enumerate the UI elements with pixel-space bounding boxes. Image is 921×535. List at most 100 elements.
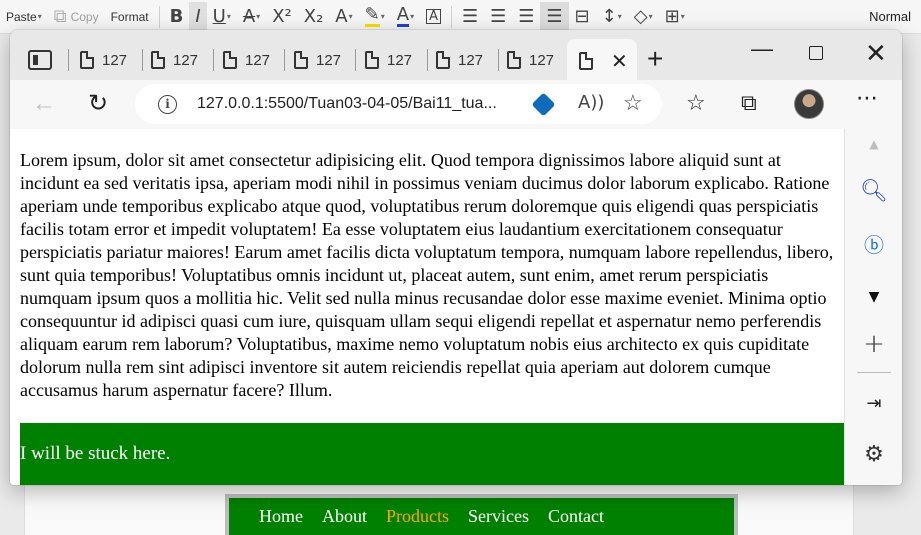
align-right-button[interactable]: ☰ bbox=[512, 2, 540, 32]
tab-3[interactable]: 127 bbox=[223, 48, 270, 72]
nav-home[interactable]: Home bbox=[259, 506, 303, 527]
page-icon bbox=[579, 52, 593, 70]
add-favorite-icon[interactable]: ☆ bbox=[623, 90, 643, 116]
format-painter-button[interactable]: Format bbox=[105, 2, 155, 32]
distributed-button[interactable]: ⊟ bbox=[569, 2, 596, 32]
add-sidebar-app-icon[interactable]: + bbox=[845, 329, 902, 359]
copy-button[interactable]: ⧉ Copy bbox=[48, 2, 105, 32]
new-tab-button[interactable]: + bbox=[647, 43, 663, 75]
close-tab-icon[interactable]: ✕ bbox=[611, 49, 628, 74]
hide-sidebar-icon[interactable]: ⇥ bbox=[845, 393, 902, 414]
page-icon bbox=[80, 51, 94, 69]
tab-7[interactable]: 127 bbox=[507, 48, 554, 72]
paste-button[interactable]: Paste ▾ bbox=[0, 2, 48, 32]
scroll-up-icon[interactable]: ▲ bbox=[845, 137, 902, 151]
tab-4[interactable]: 127 bbox=[294, 48, 341, 72]
chevron-down-icon: ▾ bbox=[348, 12, 353, 21]
nav-about[interactable]: About bbox=[322, 506, 367, 527]
nav-services[interactable]: Services bbox=[468, 506, 529, 527]
chevron-down-icon: ▾ bbox=[617, 12, 622, 21]
ribbon-divider bbox=[158, 5, 160, 28]
sidebar-divider bbox=[857, 372, 891, 373]
tab-6[interactable]: 127 bbox=[436, 48, 483, 72]
font-color-icon: A bbox=[396, 4, 410, 27]
justify-icon: ☰ bbox=[546, 5, 563, 27]
tab-2[interactable]: 127 bbox=[151, 48, 198, 72]
justify-button[interactable]: ☰ bbox=[540, 1, 569, 32]
read-aloud-icon[interactable]: A)) bbox=[578, 92, 604, 113]
chevron-down-icon: ▾ bbox=[380, 12, 385, 21]
italic-button[interactable]: I bbox=[189, 1, 207, 32]
close-window-button[interactable]: ✕ bbox=[865, 38, 887, 69]
shopping-tag-icon[interactable] bbox=[531, 92, 556, 117]
tab-strip: 127 127 127 127 127 127 127 ✕ + — ✕ bbox=[10, 30, 902, 80]
shading-icon: ◇ bbox=[633, 5, 648, 27]
edge-sidebar: ▲ 🔍︎ ⓑ ▼ + ⇥ ⚙ bbox=[844, 129, 902, 485]
address-url[interactable]: 127.0.0.1:5500/Tuan03-04-05/Bai11_tua... bbox=[197, 95, 522, 113]
background-nav-frame: Home About Products Services Contact bbox=[225, 494, 738, 535]
format-label: Format bbox=[110, 9, 149, 24]
line-spacing-button[interactable]: ↕ ▾ bbox=[596, 2, 628, 32]
site-info-icon[interactable]: i bbox=[158, 95, 177, 114]
character-border-icon: A bbox=[426, 9, 441, 24]
screen: Paste ▾ ⧉ Copy Format B I U ▾ A ▾ X² X₂ A ▾ ✎… bbox=[0, 0, 921, 535]
borders-icon: ⊞ bbox=[664, 5, 680, 27]
align-center-button[interactable]: ☰ bbox=[484, 2, 512, 32]
gear-icon[interactable]: ⚙ bbox=[845, 442, 902, 467]
highlight-icon: ✎ bbox=[364, 4, 380, 27]
tab-1[interactable]: 127 bbox=[80, 48, 127, 72]
favorites-icon[interactable]: ☆ bbox=[686, 91, 706, 116]
shading-button[interactable]: ◇ ▾ bbox=[628, 2, 659, 32]
search-icon[interactable]: 🔍︎ bbox=[845, 179, 902, 204]
reload-button[interactable]: ↻ bbox=[88, 89, 108, 118]
collections-icon[interactable]: ⧉ bbox=[741, 91, 757, 116]
copy-icon: ⧉ bbox=[53, 5, 67, 27]
page-icon bbox=[365, 51, 379, 69]
tab-actions-icon[interactable] bbox=[28, 50, 52, 70]
chevron-down-icon: ▾ bbox=[410, 12, 415, 21]
page-icon bbox=[151, 51, 165, 69]
character-border-button[interactable]: A bbox=[420, 2, 447, 32]
subscript-button[interactable]: X₂ bbox=[298, 2, 330, 32]
page-icon bbox=[436, 51, 450, 69]
font-color-button[interactable]: A ▾ bbox=[391, 2, 420, 32]
tab-label: 127 bbox=[529, 51, 555, 69]
text-effect-button[interactable]: A ▾ bbox=[329, 2, 358, 32]
lorem-paragraph: Lorem ipsum, dolor sit amet consectetur … bbox=[20, 150, 834, 400]
chevron-down-icon[interactable]: ▼ bbox=[845, 289, 902, 305]
underline-icon: U bbox=[212, 5, 226, 27]
word-ribbon: Paste ▾ ⧉ Copy Format B I U ▾ A ▾ X² X₂ A ▾ ✎… bbox=[0, 0, 921, 34]
nav-contact[interactable]: Contact bbox=[548, 506, 604, 527]
tab-divider bbox=[142, 49, 143, 71]
page-content: Lorem ipsum, dolor sit amet consectetur … bbox=[10, 129, 844, 485]
superscript-icon: X² bbox=[272, 5, 292, 27]
tab-label: 127 bbox=[387, 51, 413, 69]
strikethrough-button[interactable]: A ▾ bbox=[237, 2, 266, 32]
tab-label: 127 bbox=[173, 51, 199, 69]
avatar[interactable] bbox=[794, 89, 824, 119]
bing-copilot-icon[interactable]: ⓑ bbox=[845, 229, 902, 258]
superscript-button[interactable]: X² bbox=[266, 2, 298, 32]
more-menu-icon[interactable]: ⋯ bbox=[856, 86, 878, 111]
maximize-button[interactable] bbox=[809, 46, 823, 60]
tab-5[interactable]: 127 bbox=[365, 48, 412, 72]
address-bar[interactable]: i 127.0.0.1:5500/Tuan03-04-05/Bai11_tua.… bbox=[135, 84, 662, 124]
tab-divider bbox=[355, 49, 356, 71]
back-button[interactable]: ← bbox=[32, 90, 56, 118]
bold-button[interactable]: B bbox=[164, 2, 190, 32]
underline-button[interactable]: U ▾ bbox=[207, 2, 237, 32]
chevron-down-icon: ▾ bbox=[680, 12, 685, 21]
tab-active[interactable]: ✕ bbox=[567, 39, 637, 80]
style-normal[interactable]: Normal bbox=[869, 9, 911, 24]
minimize-button[interactable]: — bbox=[751, 36, 773, 62]
line-spacing-icon: ↕ bbox=[601, 5, 617, 27]
borders-button[interactable]: ⊞ ▾ bbox=[659, 2, 691, 32]
ribbon-divider bbox=[450, 5, 452, 28]
align-left-icon: ☰ bbox=[461, 5, 479, 27]
distributed-icon: ⊟ bbox=[574, 5, 590, 27]
browser-window: 127 127 127 127 127 127 127 ✕ + — ✕ ← ↻ bbox=[10, 30, 902, 485]
highlight-button[interactable]: ✎ ▾ bbox=[359, 2, 391, 32]
align-left-button[interactable]: ☰ bbox=[456, 2, 484, 32]
chevron-down-icon: ▾ bbox=[37, 12, 42, 21]
nav-products[interactable]: Products bbox=[386, 506, 449, 527]
